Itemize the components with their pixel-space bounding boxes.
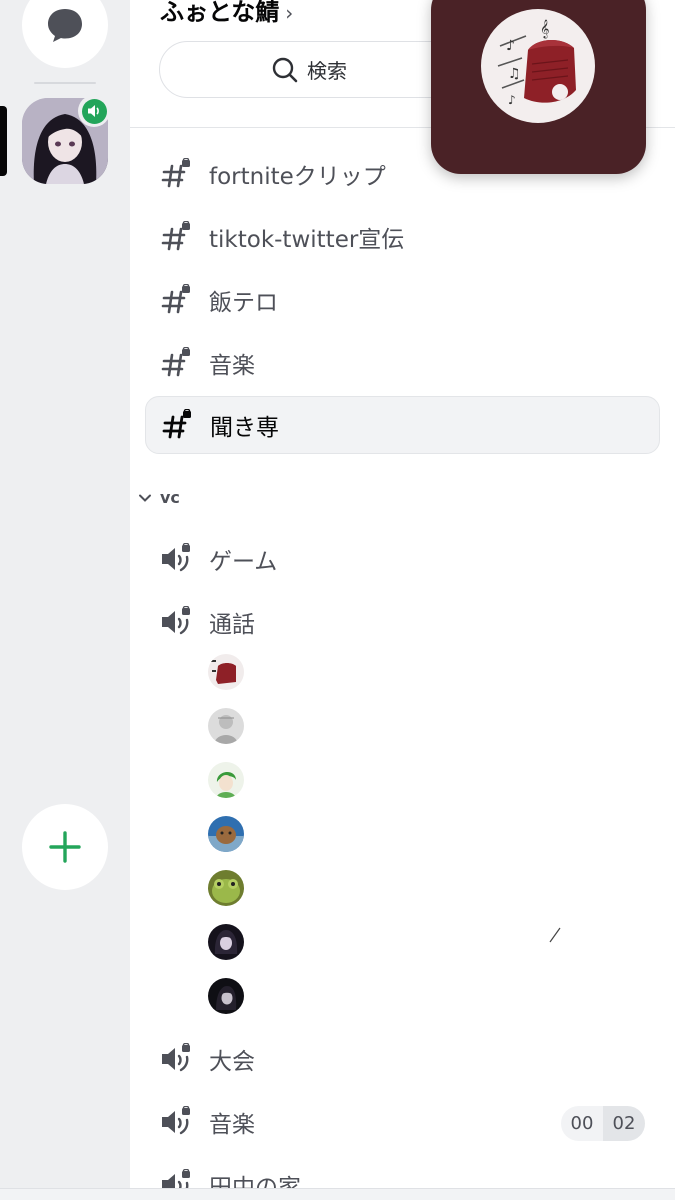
svg-text:♪: ♪ (508, 93, 516, 107)
channel-name: fortniteクリップ (209, 164, 386, 190)
svg-text:♪: ♪ (506, 38, 515, 54)
voice-channel-game[interactable]: ゲーム (145, 530, 660, 588)
call-avatar-icon: ♪ ♫ 𝄞 ♪ (481, 9, 595, 123)
channel-name: 聞き専 (210, 415, 279, 441)
hashtag-lock-icon (159, 157, 193, 191)
avatar (208, 978, 244, 1014)
voice-channel-call[interactable]: 通話 (145, 593, 660, 651)
avatar (208, 654, 244, 690)
search-label: 検索 (307, 59, 347, 83)
channel-name: 音楽 (209, 353, 255, 379)
chevron-right-icon: › (285, 1, 294, 25)
stray-mark (549, 927, 561, 943)
bottom-edge (0, 1188, 675, 1200)
voice-user-avatar[interactable] (208, 924, 244, 960)
floating-call-bubble[interactable]: ♪ ♫ 𝄞 ♪ (431, 0, 646, 174)
search-button[interactable]: 検索 (159, 41, 459, 98)
svg-text:𝄞: 𝄞 (540, 19, 549, 39)
hashtag-lock-icon (160, 408, 194, 442)
selected-server-indicator (0, 106, 7, 176)
avatar (208, 924, 244, 960)
speaker-icon (88, 105, 99, 117)
svg-text:♫: ♫ (508, 66, 521, 82)
channel-name: ゲーム (209, 549, 278, 575)
hashtag-lock-icon (159, 346, 193, 380)
channel-name: tiktok-twitter宣伝 (209, 227, 405, 253)
voice-user-avatar[interactable] (208, 762, 244, 798)
channel-name: 大会 (209, 1049, 255, 1075)
chevron-down-icon (139, 494, 151, 502)
voice-user-avatar[interactable] (208, 654, 244, 690)
plus-icon (49, 831, 81, 863)
voice-user-limit-badge: 00 02 (561, 1106, 645, 1141)
channel-panel: ふぉとな鯖 › 検索 fortniteクリップ tiktok-twitter宣伝 … (130, 0, 675, 1200)
chat-bubble-icon (48, 9, 82, 42)
speaker-lock-icon (159, 605, 193, 639)
avatar (208, 762, 244, 798)
avatar (208, 816, 244, 852)
direct-messages-button[interactable] (22, 0, 108, 68)
add-server-button[interactable] (22, 804, 108, 890)
voice-user-avatar[interactable] (208, 870, 244, 906)
server-name: ふぉとな鯖 (160, 0, 280, 26)
hashtag-lock-icon (159, 283, 193, 317)
user-limit: 02 (603, 1106, 645, 1141)
channel-name: 飯テロ (209, 290, 278, 316)
channel-kikisen-selected[interactable]: 聞き専 (145, 396, 660, 454)
category-name: vc (160, 488, 180, 507)
avatar (208, 708, 244, 744)
voice-user-avatar[interactable] (208, 708, 244, 744)
channel-name: 通話 (209, 612, 255, 638)
server-rail (0, 0, 130, 1200)
channel-music-text[interactable]: 音楽 (145, 334, 660, 392)
hashtag-lock-icon (159, 220, 193, 254)
voice-user-avatar[interactable] (208, 978, 244, 1014)
category-vc[interactable]: vc (138, 488, 180, 507)
avatar (208, 870, 244, 906)
speaker-lock-icon (159, 1042, 193, 1076)
rail-divider (34, 82, 96, 84)
channel-tiktok-twitter[interactable]: tiktok-twitter宣伝 (145, 208, 660, 266)
speaker-lock-icon (159, 1105, 193, 1139)
voice-channel-tournament[interactable]: 大会 (145, 1030, 660, 1088)
voice-active-badge (78, 95, 110, 127)
voice-user-avatar[interactable] (208, 816, 244, 852)
channel-meshi-tero[interactable]: 飯テロ (145, 271, 660, 329)
server-name-header[interactable]: ふぉとな鯖 › (160, 0, 293, 27)
speaker-lock-icon (159, 542, 193, 576)
channel-name: 音楽 (209, 1112, 255, 1138)
user-count: 00 (561, 1106, 603, 1141)
search-icon (272, 57, 298, 82)
